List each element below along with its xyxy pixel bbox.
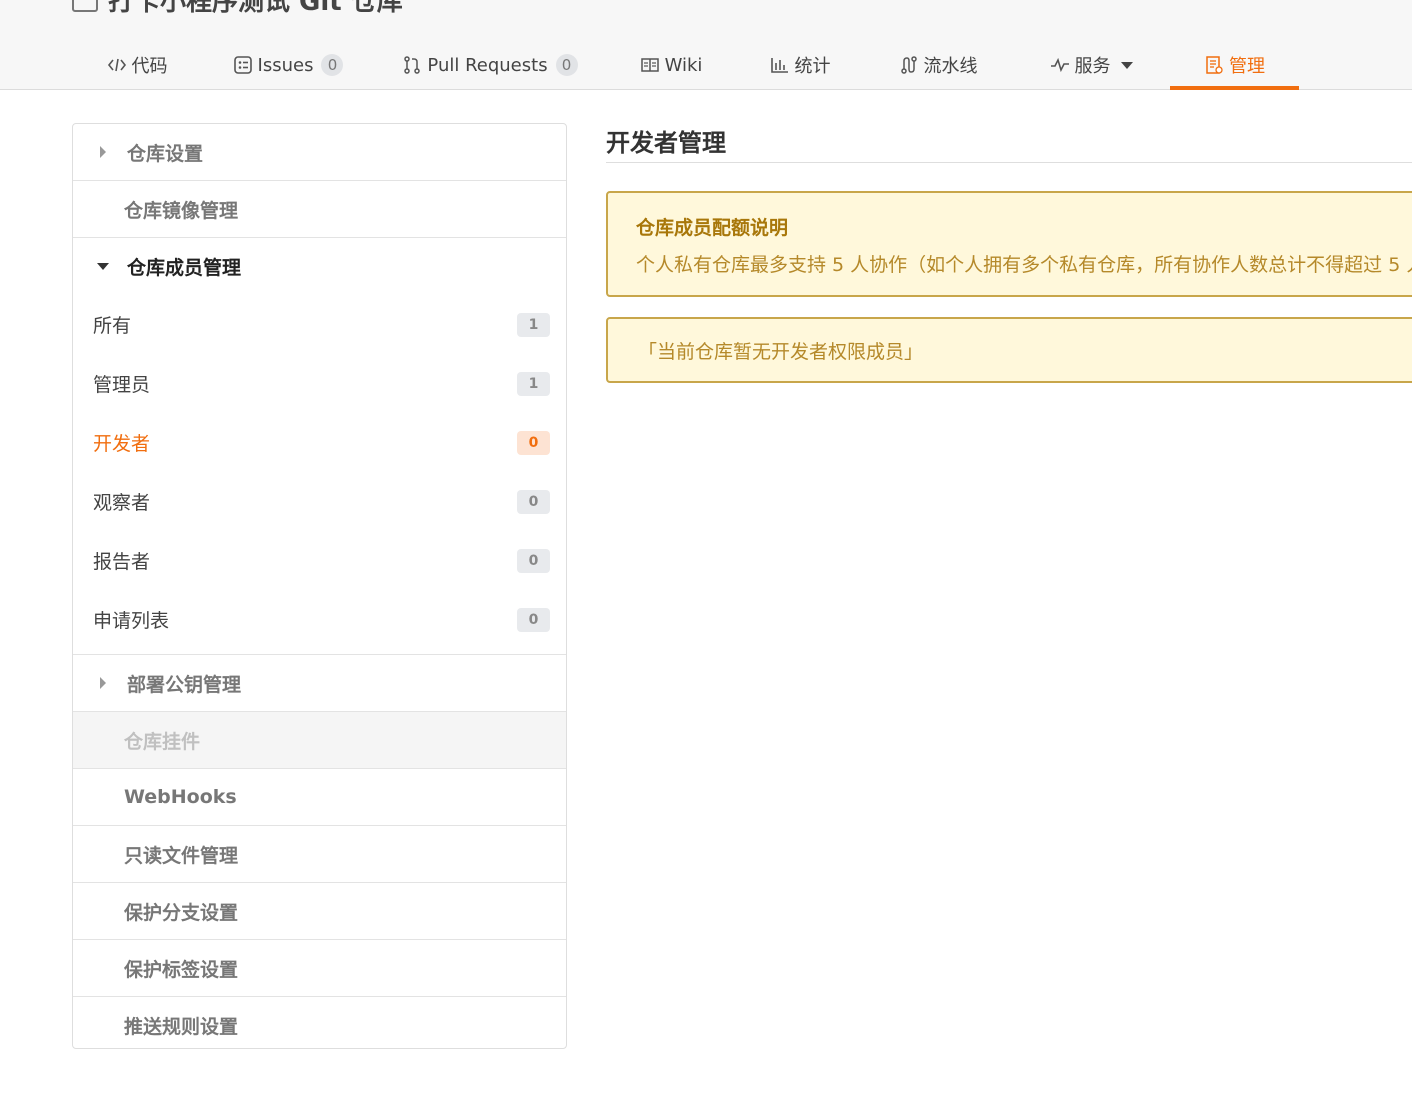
member-role-developer[interactable]: 开发者 0 [73,413,566,472]
sidebar-item-repo-settings[interactable]: 仓库设置 [73,124,566,181]
sidebar-item-plugins: 仓库挂件 [73,712,566,769]
manage-icon [1204,55,1224,75]
member-role-label: 观察者 [93,492,151,514]
sidebar-item-mirror-management[interactable]: 仓库镜像管理 [73,181,566,238]
issues-count-badge: 0 [321,54,344,76]
sidebar-item-member-management[interactable]: 仓库成员管理 [73,238,566,295]
quota-notice-title: 仓库成员配额说明 [636,217,789,239]
repo-title: 打卡小程序测试 Git 仓库 [72,0,403,17]
sidebar-item-label: 保护标签设置 [124,958,239,981]
pipeline-icon [899,55,919,75]
sidebar-item-label: 仓库挂件 [124,730,201,753]
member-role-label: 申请列表 [93,610,170,632]
caret-right-icon [100,146,106,158]
tab-pull-requests[interactable]: Pull Requests 0 [374,40,606,90]
sidebar-item-protected-branches[interactable]: 保护分支设置 [73,883,566,940]
tab-label: 服务 [1074,56,1111,77]
empty-state-message: 「当前仓库暂无开发者权限成员」 [606,317,1412,383]
sidebar-item-label: 部署公钥管理 [127,673,242,696]
tab-label: Issues [257,54,314,76]
tab-label: 流水线 [923,56,978,77]
sidebar-item-label: WebHooks [124,786,237,808]
member-count-badge: 1 [517,371,550,396]
member-count-badge: 0 [517,489,550,514]
tab-issues[interactable]: Issues 0 [202,40,374,90]
tab-wiki[interactable]: Wiki [606,40,736,90]
sidebar-item-label: 仓库镜像管理 [124,199,239,222]
member-count-badge: 0 [517,607,550,632]
tab-label: Pull Requests [427,54,548,76]
tab-services[interactable]: 服务 [1012,40,1170,90]
sidebar-item-protected-tags[interactable]: 保护标签设置 [73,940,566,997]
code-icon [107,55,127,75]
sidebar-item-readonly-files[interactable]: 只读文件管理 [73,826,566,883]
sidebar-item-label: 只读文件管理 [124,844,239,867]
member-role-all[interactable]: 所有 1 [73,295,566,354]
repo-tabs: 代码 Issues 0 Pull Requests 0 Wiki 统计 流水线 … [72,40,1299,90]
tab-label: 代码 [131,56,168,77]
member-role-label: 报告者 [93,551,151,573]
caret-right-icon [100,677,106,689]
tab-label: 统计 [794,56,831,77]
sidebar-item-push-rules[interactable]: 推送规则设置 [73,997,566,1054]
settings-sidebar: 仓库设置 仓库镜像管理 仓库成员管理 所有 1 管理员 1 开发者 0 观察者 … [72,123,567,1049]
page-title: 开发者管理 [606,123,1412,163]
pulse-icon [1050,55,1070,75]
wiki-icon [640,55,660,75]
member-role-applications[interactable]: 申请列表 0 [73,590,566,649]
quota-notice: 仓库成员配额说明 个人私有仓库最多支持 5 人协作（如个人拥有多个私有仓库，所有… [606,191,1412,297]
repo-icon [72,0,98,12]
member-role-label: 所有 [93,315,132,337]
tab-pipeline[interactable]: 流水线 [864,40,1012,90]
pull-requests-count-badge: 0 [555,54,578,76]
stats-icon [770,55,790,75]
member-role-observer[interactable]: 观察者 0 [73,472,566,531]
tab-label: 管理 [1229,56,1265,77]
chevron-down-icon [1120,61,1133,69]
sidebar-item-label: 保护分支设置 [124,901,239,924]
quota-notice-body: 个人私有仓库最多支持 5 人协作（如个人拥有多个私有仓库，所有协作人数总计不得超… [636,254,1412,276]
member-count-badge: 0 [517,430,550,455]
member-role-reporter[interactable]: 报告者 0 [73,531,566,590]
member-role-admin[interactable]: 管理员 1 [73,354,566,413]
member-role-list: 所有 1 管理员 1 开发者 0 观察者 0 报告者 0 申请列表 0 [73,295,566,655]
sidebar-item-label: 仓库设置 [127,142,204,165]
tab-manage[interactable]: 管理 [1170,40,1299,90]
repo-header: 打卡小程序测试 Git 仓库 代码 Issues 0 Pull Requests… [0,0,1412,90]
sidebar-item-webhooks[interactable]: WebHooks [73,769,566,826]
tab-label: Wiki [664,54,703,76]
member-count-badge: 0 [517,548,550,573]
sidebar-item-label: 仓库成员管理 [127,257,242,279]
member-role-label: 开发者 [93,433,151,455]
pull-request-icon [402,55,422,75]
issues-icon [233,55,253,75]
tab-code[interactable]: 代码 [72,40,202,90]
member-role-label: 管理员 [93,374,151,396]
repo-title-text[interactable]: 打卡小程序测试 Git 仓库 [108,0,403,18]
member-count-badge: 1 [517,312,550,337]
sidebar-item-label: 推送规则设置 [124,1016,239,1038]
tab-stats[interactable]: 统计 [736,40,864,90]
sidebar-item-deploy-keys[interactable]: 部署公钥管理 [73,655,566,712]
caret-down-icon [97,263,109,270]
